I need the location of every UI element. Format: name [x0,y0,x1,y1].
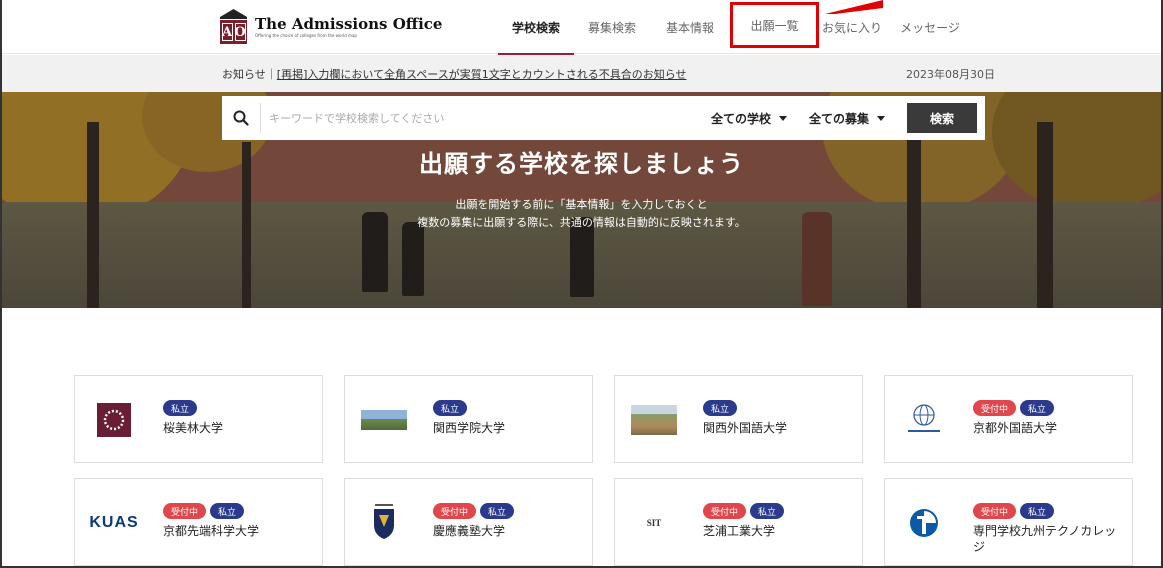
private-badge: 私立 [1020,503,1055,519]
school-name: 京都外国語大学 [973,421,1058,435]
site-logo[interactable]: A O The Admissions Office Offering the c… [220,9,442,45]
school-name: 専門学校九州テクノカレッジ [973,524,1117,554]
school-name: 芝浦工業大学 [703,524,776,538]
red-arrow-icon [825,0,883,14]
logo-letter-o: O [234,23,246,41]
nav-basic-info[interactable]: 基本情報 [650,0,730,54]
private-badge: 私立 [210,503,245,519]
logo-roof-icon [220,9,247,19]
notice-bar: お知らせ｜[再掲]入力欄において全角スペースが実質1文字とカウントされる不具合の… [2,55,1161,92]
main-nav: 学校検索 募集検索 基本情報 出願一覧 お気に入り メッセージ [498,0,975,55]
chevron-down-icon [778,115,787,121]
logo-subtitle: Offering the choice of colleges from the… [255,33,357,38]
hero-description: 出願を開始する前に「基本情報」を入力しておくと 複数の募集に出願する際に、共通の… [2,196,1161,232]
sit-logo-text: SIT [646,518,662,528]
kufs-globe-icon [901,400,947,440]
school-filter-label: 全ての学校 [710,111,771,126]
hero-desc-line2: 複数の募集に出願する際に、共通の情報は自動的に反映されます。 [417,216,746,229]
school-card[interactable]: 受付中 私立 専門学校九州テクノカレッジ [884,478,1133,566]
school-card[interactable]: 受付中 私立 慶應義塾大学 [344,478,593,566]
search-bar: 全ての学校 全ての募集 検索 [222,96,985,140]
logo-mark-icon: A O [220,9,247,45]
school-card[interactable]: SIT 受付中 私立 芝浦工業大学 [614,478,863,566]
notice-link[interactable]: [再掲]入力欄において全角スペースが実質1文字とカウントされる不具合のお知らせ [277,68,687,81]
private-badge: 私立 [163,400,198,416]
school-name: 京都先端科学大学 [163,524,260,538]
site-header: A O The Admissions Office Offering the c… [2,0,1161,55]
browser-frame: A O The Admissions Office Offering the c… [0,0,1163,568]
kuas-logo: KUAS [89,503,139,543]
obirin-wreath-icon [91,400,137,440]
school-card[interactable]: 私立 関西学院大学 [344,375,593,463]
nav-recruit-search[interactable]: 募集検索 [574,0,650,54]
logo-title: The Admissions Office [255,15,443,33]
school-card[interactable]: 私立 桜美林大学 [74,375,323,463]
school-filter-dropdown[interactable]: 全ての学校 [711,110,787,127]
search-input[interactable] [260,103,711,133]
school-name: 桜美林大学 [163,421,224,435]
school-name: 関西学院大学 [433,421,506,435]
private-badge: 私立 [480,503,515,519]
school-name: 慶應義塾大学 [433,524,506,538]
private-badge: 私立 [433,400,468,416]
accepting-badge: 受付中 [973,400,1017,416]
hero-desc-line1: 出願を開始する前に「基本情報」を入力しておくと [455,198,708,211]
private-badge: 私立 [703,400,738,416]
school-name: 関西外国語大学 [703,421,788,435]
nav-application-list[interactable]: 出願一覧 [730,2,819,48]
kyushu-techno-icon [901,503,947,543]
private-badge: 私立 [1020,400,1055,416]
recruit-filter-label: 全ての募集 [808,111,869,126]
search-button[interactable]: 検索 [907,103,977,133]
school-card[interactable]: 私立 関西外国語大学 [614,375,863,463]
accepting-badge: 受付中 [433,503,477,519]
hero-title: 出願する学校を探しましょう [419,150,744,178]
notice-prefix: お知らせ｜ [222,68,277,81]
hero-banner: 全ての学校 全ての募集 検索 出願する学校を探しましょう 出願を開始する前に「基… [2,92,1161,308]
search-icon[interactable] [222,96,260,140]
private-badge: 私立 [750,503,785,519]
nav-school-search[interactable]: 学校検索 [498,0,574,55]
notice-text: お知らせ｜[再掲]入力欄において全角スペースが実質1文字とカウントされる不具合の… [222,66,687,82]
accepting-badge: 受付中 [163,503,207,519]
school-card[interactable]: 受付中 私立 京都外国語大学 [884,375,1133,463]
kwansei-campus-photo [361,400,407,440]
notice-date: 2023年08月30日 [906,68,995,81]
chevron-down-icon [877,115,885,121]
nav-messages[interactable]: メッセージ [885,0,975,54]
kuas-logo-text: KUAS [89,514,139,531]
accepting-badge: 受付中 [973,503,1017,519]
school-card[interactable]: KUAS 受付中 私立 京都先端科学大学 [74,478,323,566]
recruit-filter-dropdown[interactable]: 全ての募集 [809,110,885,127]
keio-crest-icon [361,503,407,543]
logo-letter-a: A [221,23,233,41]
kansai-gaidai-campus-photo [631,400,677,440]
sit-logo: SIT [631,503,677,543]
accepting-badge: 受付中 [703,503,747,519]
